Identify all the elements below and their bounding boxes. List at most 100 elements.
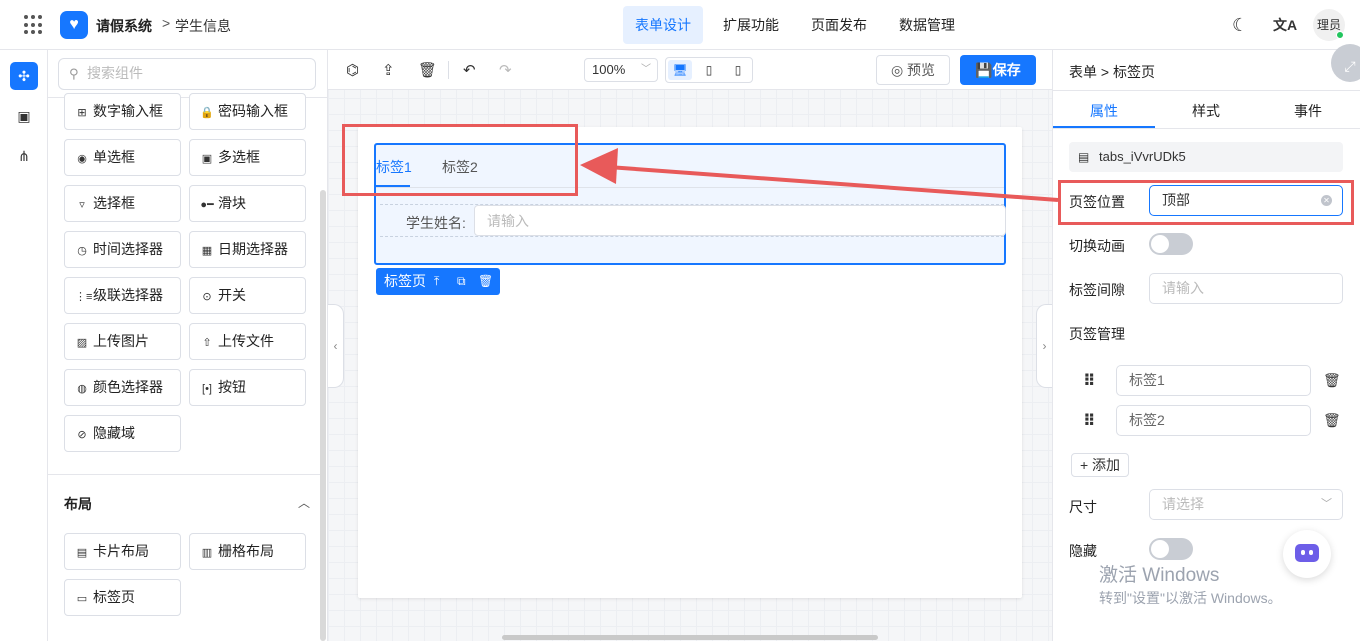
component-switch-button[interactable]: ⊙ 开关 [189,277,306,314]
upload-icon: ⇧ [202,337,212,349]
component-label: 时间选择器 [93,241,163,257]
component-id-box: ▤ tabs_iVvrUDk5 [1069,142,1343,172]
toggle-knob [1151,235,1169,253]
tab-extensions[interactable]: 扩展功能 [711,6,791,44]
size-select[interactable]: 请选择 ﹀ [1149,489,1343,520]
section-divider [48,474,320,475]
tab-attributes[interactable]: 属性 [1053,101,1155,121]
component-label: 上传图片 [93,333,149,349]
export-icon[interactable]: ⇪ [382,61,395,79]
component-image-button[interactable]: ▨ 上传图片 [64,323,181,360]
scrollbar[interactable] [320,190,326,641]
component-label: 颜色选择器 [93,379,163,395]
chevron-up-icon[interactable]: ︿ [298,494,310,511]
select-icon: ▿ [79,199,85,211]
code-block-icon[interactable]: ▣ [10,102,38,130]
chevron-down-icon: ﹀ [1321,498,1332,510]
selected-component-tag: 标签页 ⤒ ⧉ 🗑 [376,268,500,295]
move-up-icon[interactable]: ⤒ [434,268,439,295]
chevron-down-icon: ﹀ [641,64,651,75]
clock-icon: ◷ [77,245,87,257]
component-panel: ⚲ ⊞ 数字输入框 🔒 密码输入框 ◉ 单选框 ▣ 多选框 ▿ 选择框 ●━ 滑块 ◷ 时间选择器 ▦ 日期选… [48,50,328,641]
component-radio-button[interactable]: ◉ 单选框 [64,139,181,176]
preview-icon: ◎ [890,62,904,78]
breadcrumb-current[interactable]: 学生信息 [175,16,231,36]
code-icon[interactable]: ⌬ [346,61,359,79]
device-switcher: 🖥 ▯ ▯ [665,57,753,83]
save-button[interactable]: 💾保存 [960,55,1036,85]
online-status-dot [1336,31,1344,39]
component-id-icon: ▤ [1078,150,1090,164]
switch-animation-label: 切换动画 [1069,238,1125,254]
layout-card-button[interactable]: ▤ 卡片布局 [64,533,181,570]
layout-label: 标签页 [93,589,135,605]
component-upload-button[interactable]: ⇧ 上传文件 [189,323,306,360]
trash-icon[interactable]: 🗑 [1323,412,1341,429]
tab-events[interactable]: 事件 [1257,101,1359,121]
trash-icon[interactable]: 🗑 [418,61,437,79]
trash-icon[interactable]: 🗑 [1323,372,1341,389]
drag-handle-icon[interactable]: ⠿ [1083,411,1095,431]
calendar-icon: ▦ [201,245,213,257]
left-rail: ✣ ▣ ⋔ [0,50,48,641]
tree-icon[interactable]: ⋔ [10,142,38,170]
component-select-button[interactable]: ▿ 选择框 [64,185,181,222]
component-label: 开关 [218,287,246,303]
zoom-select[interactable]: 100% ﹀ [584,58,658,82]
component-button-button[interactable]: [•] 按钮 [189,369,306,406]
component-label: 滑块 [218,195,246,211]
add-tab-button[interactable]: + 添加 [1071,453,1129,477]
eye-off-icon: ⊘ [77,429,87,441]
radio-icon: ◉ [77,153,87,165]
tab-page-publish[interactable]: 页面发布 [799,6,879,44]
app-grid-icon[interactable] [24,15,44,35]
tab-styles[interactable]: 样式 [1155,101,1257,121]
tab-item-input-1[interactable]: 标签1 [1116,365,1311,396]
collapse-right-handle[interactable]: › [1036,304,1052,388]
desktop-icon[interactable]: 🖥 [668,60,692,80]
copy-icon[interactable]: ⧉ [457,268,466,295]
delete-icon[interactable]: 🗑 [478,268,493,295]
assistant-bot-icon[interactable] [1283,530,1331,578]
drag-handle-icon[interactable]: ⠿ [1083,371,1095,391]
fullscreen-icon[interactable]: ⤢ [1331,44,1360,82]
component-palette-button[interactable]: ◍ 颜色选择器 [64,369,181,406]
activation-watermark-title: 激活 Windows [1099,565,1220,586]
component-slider-button[interactable]: ●━ 滑块 [189,185,306,222]
component-clock-button[interactable]: ◷ 时间选择器 [64,231,181,268]
tablet-icon[interactable]: ▯ [697,60,721,80]
component-eye-off-button[interactable]: ⊘ 隐藏域 [64,415,181,452]
bot-eye [1301,550,1305,555]
component-checkbox-button[interactable]: ▣ 多选框 [189,139,306,176]
component-calendar-button[interactable]: ▦ 日期选择器 [189,231,306,268]
horizontal-scrollbar[interactable] [502,635,878,640]
component-number-button[interactable]: ⊞ 数字输入框 [64,93,181,130]
tab-form-design[interactable]: 表单设计 [623,6,703,44]
search-input[interactable] [87,65,307,81]
checkbox-icon: ▣ [201,153,213,165]
redo-icon[interactable]: ↷ [499,61,512,79]
puzzle-icon[interactable]: ✣ [10,62,38,90]
layout-columns-button[interactable]: ▥ 栅格布局 [189,533,306,570]
student-name-input[interactable] [474,205,1006,236]
component-cascade-button[interactable]: ⋮≡级联选择器 [64,277,181,314]
component-label: 级联选择器 [93,287,163,303]
tab-gap-input[interactable]: 请输入 [1149,273,1343,304]
component-id-text: tabs_iVvrUDk5 [1099,149,1186,164]
layout-section-title: 布局 [64,496,92,512]
component-lock-button[interactable]: 🔒 密码输入框 [189,93,306,130]
hidden-label: 隐藏 [1069,543,1097,559]
tab-item-input-2[interactable]: 标签2 [1116,405,1311,436]
button-icon: [•] [202,383,212,395]
switch-animation-toggle[interactable] [1149,233,1193,255]
translate-icon[interactable]: 文A [1273,15,1297,35]
collapse-left-handle[interactable]: ‹ [328,304,344,388]
moon-icon[interactable]: ☾ [1232,15,1248,36]
preview-button[interactable]: ◎ 预览 [876,55,950,85]
hidden-toggle[interactable] [1149,538,1193,560]
undo-icon[interactable]: ↶ [463,61,476,79]
component-search[interactable]: ⚲ [58,58,316,90]
tab-data-management[interactable]: 数据管理 [887,6,967,44]
layout-tabs-button[interactable]: ▭ 标签页 [64,579,181,616]
mobile-icon[interactable]: ▯ [726,60,750,80]
